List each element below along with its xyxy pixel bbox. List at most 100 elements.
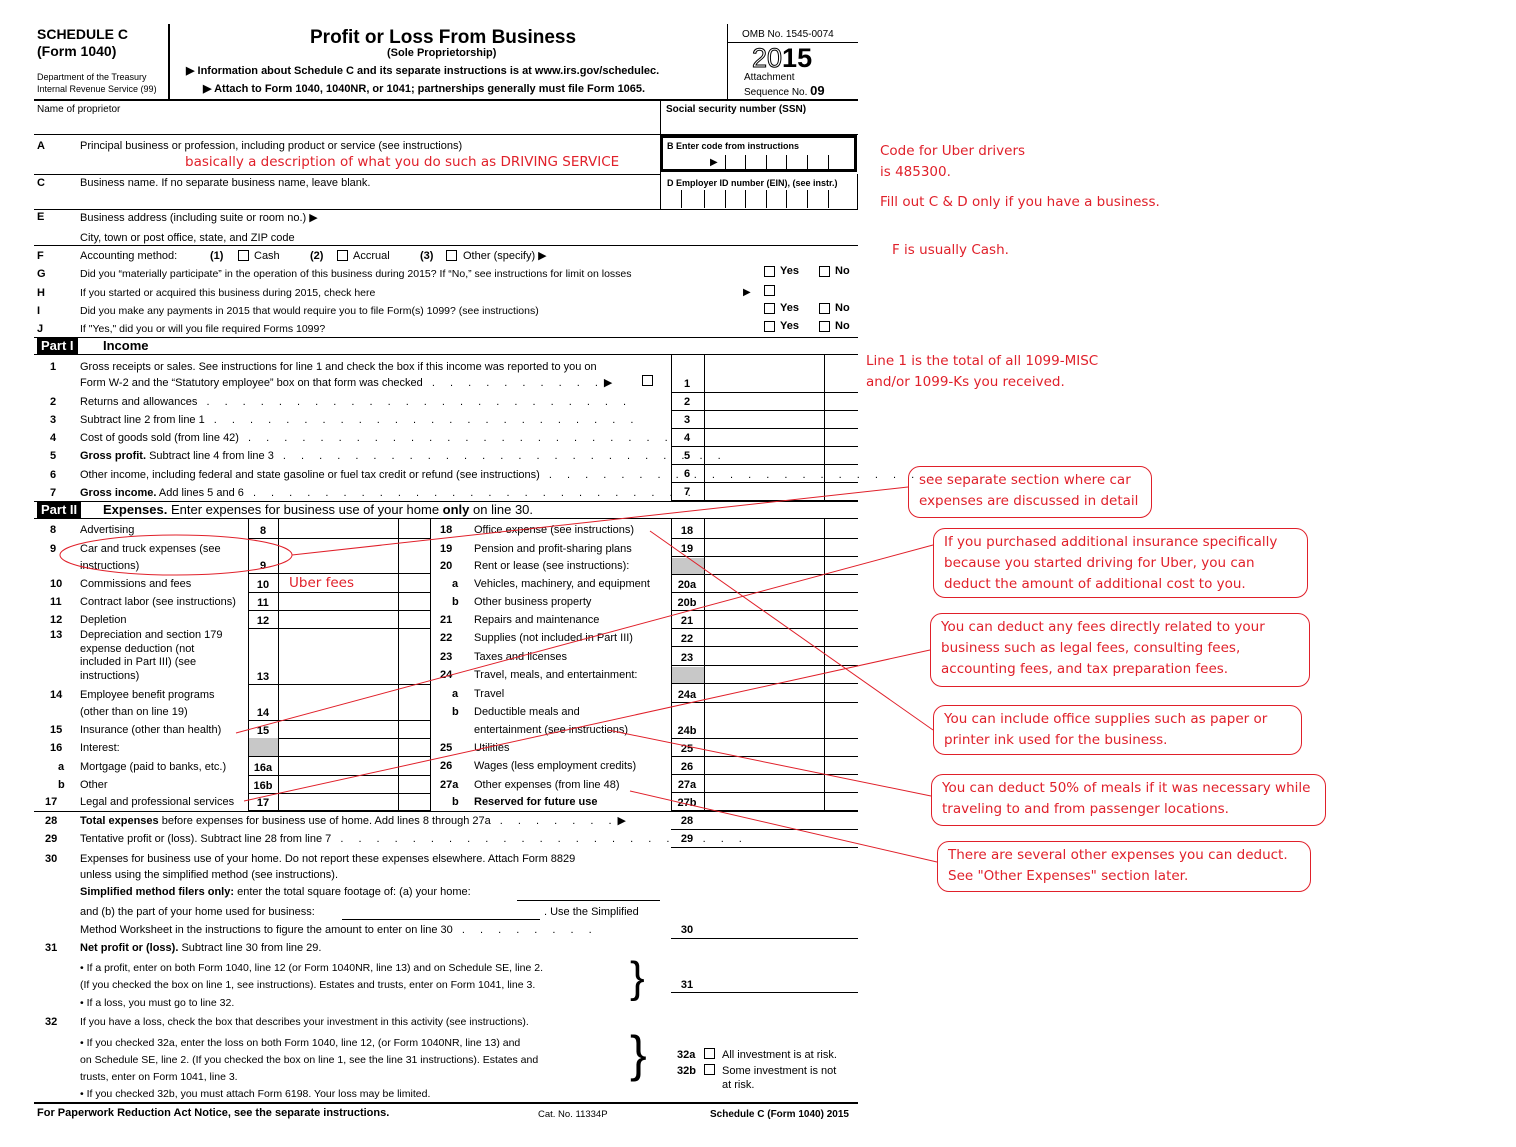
i-no-checkbox[interactable] [819,303,830,314]
expense-amount-input[interactable] [279,722,397,738]
line-31-box: 31 [680,979,694,991]
expense-line-label: Wages (less employment credits) [474,760,637,772]
expense-line-label: Other business property [474,596,592,608]
line-28-label: Total expenses before expenses for busin… [80,815,626,827]
line-28-amount[interactable] [704,812,824,828]
expense-line-num: 24 [440,669,453,681]
expense-amount-input[interactable] [279,557,397,573]
expense-line-label: included in Part III) (see [80,656,197,668]
expense-line-box: 18 [680,525,694,537]
expense-amount-input[interactable] [279,594,397,610]
line-d-label: D Employer ID number (EIN), (see instr.) [667,178,838,188]
expense-amount-input[interactable] [279,522,397,538]
part1-line-num: 7 [50,487,57,499]
expense-amount-input[interactable] [705,758,823,774]
line-a-value[interactable]: basically a description of what you do s… [185,154,619,171]
home-sqft-input[interactable] [517,886,660,900]
expense-line-box: 24a [677,689,697,701]
expense-amount-input[interactable] [279,794,397,810]
expense-line-label: Travel, meals, and entertainment: [474,669,638,681]
business-sqft-input[interactable] [342,905,540,919]
expense-line-box: 27b [677,797,697,809]
office-supplies-bubble: You can include office supplies such as … [933,705,1302,755]
attachment-label: Attachment [744,72,795,83]
expense-amount-input[interactable] [705,722,823,738]
sequence-number: 09 [810,83,825,98]
j-yes-checkbox[interactable] [764,321,775,332]
i-yes-checkbox[interactable] [764,303,775,314]
accrual-checkbox[interactable] [337,250,348,261]
line-29-num: 29 [45,833,58,845]
line-31-amount[interactable] [704,976,824,992]
expense-line-box: 21 [680,615,694,627]
part1-amount-input[interactable] [705,430,823,446]
expense-amount-input[interactable] [279,777,397,793]
part1-line-label: Returns and allowances . . . . . . . . .… [80,396,633,408]
expense-amount-input[interactable] [705,540,823,556]
business-name-input[interactable] [80,190,650,206]
h-started-checkbox[interactable] [764,285,775,296]
expense-amount-input[interactable] [705,794,823,810]
line-29-amount[interactable] [704,830,824,846]
part1-amount-input[interactable] [705,412,823,428]
part1-amount-input[interactable] [705,466,823,482]
line1-note: Line 1 is the total of all 1099-MISC and… [866,353,1099,390]
expense-line-label: Advertising [80,524,135,536]
business-address-input[interactable] [350,210,850,225]
line-32-label: If you have a loss, check the box that d… [80,1016,529,1028]
expense-line-label: Car and truck expenses (see [80,543,221,555]
statutory-employee-checkbox[interactable] [642,375,653,386]
expense-amount-input[interactable] [279,759,397,775]
expense-line-num: b [452,596,459,608]
part1-tag: Part I [37,338,78,354]
line-10-value[interactable]: Uber fees [289,575,354,592]
expense-line-num: a [58,761,65,773]
other-method-checkbox[interactable] [446,250,457,261]
part1-amount-input[interactable] [705,376,823,392]
expense-amount-input[interactable] [705,630,823,646]
some-not-at-risk-text2: at risk. [722,1079,755,1091]
part1-amount-input[interactable] [705,448,823,464]
expense-amount-input[interactable] [705,649,823,665]
cash-checkbox[interactable] [238,250,249,261]
expense-amount-input[interactable] [279,704,397,720]
expense-line-box: 17 [256,797,270,809]
expense-amount-input[interactable] [705,576,823,592]
expense-line-box: 14 [256,707,270,719]
expense-line-num: 13 [50,629,63,641]
part1-line-label: Gross receipts or sales. See instruction… [80,361,597,373]
line-30-amount[interactable] [704,921,824,937]
part1-amount-input[interactable] [705,394,823,410]
expense-line-box: 11 [257,597,269,609]
part1-amount-input[interactable] [705,484,823,500]
line-32-bullet1: • If you checked 32a, enter the loss on … [80,1037,521,1049]
all-at-risk-checkbox[interactable] [704,1048,715,1059]
expense-amount-input[interactable] [279,668,397,684]
expense-line-label: instructions) [80,560,140,572]
expense-amount-input[interactable] [705,612,823,628]
ssn-input[interactable] [661,115,857,133]
expense-line-label: Commissions and fees [80,578,192,590]
expense-amount-input[interactable] [705,686,823,702]
name-input[interactable] [34,115,660,133]
code-note: Code for Uber drivers is 485300. [880,143,1026,180]
expense-amount-input[interactable] [705,740,823,756]
line-h-label: If you started or acquired this business… [80,287,376,299]
j-no-label: No [835,320,850,332]
g-no-checkbox[interactable] [819,266,830,277]
j-no-checkbox[interactable] [819,321,830,332]
footer-form-id: Schedule C (Form 1040) 2015 [710,1109,849,1120]
expense-amount-input[interactable] [705,776,823,792]
expense-amount-input[interactable] [705,522,823,538]
some-not-at-risk-checkbox[interactable] [704,1064,715,1075]
city-input[interactable] [330,229,850,244]
line-32-bullet1c: trusts, enter on Form 1041, line 3. [80,1071,238,1083]
line-29-box: 29 [680,833,694,845]
part2-tag: Part II [37,502,82,518]
g-yes-checkbox[interactable] [764,266,775,277]
expense-amount-input[interactable] [279,612,397,628]
line-30-text2: unless using the simplified method (see … [80,869,339,881]
expense-line-box: 20b [677,597,697,609]
expense-amount-input[interactable] [705,594,823,610]
line-i-label: Did you make any payments in 2015 that w… [80,305,539,317]
